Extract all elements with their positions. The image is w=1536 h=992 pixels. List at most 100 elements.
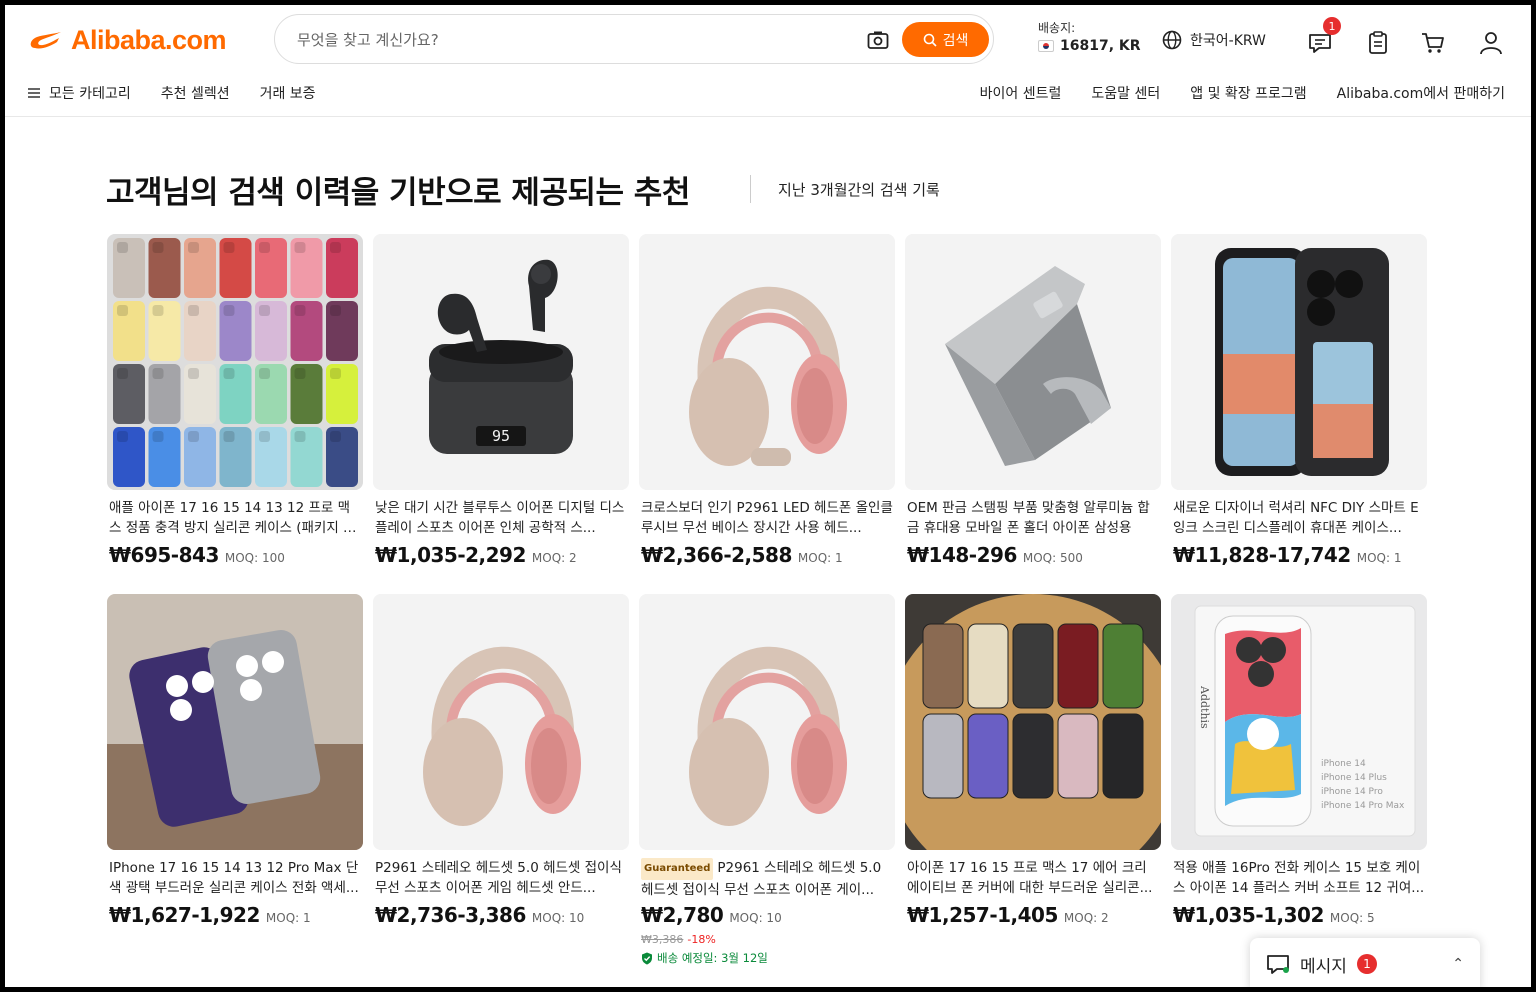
product-price: ₩11,828-17,742 [1173,543,1351,567]
product-image: 95 [373,234,629,490]
product-card[interactable]: Addthis iPhone 14 iPhone 14 Plus iPhone … [1171,594,1427,954]
hamburger-menu-icon [28,88,40,98]
language-selector[interactable]: 한국어-KRW [1162,30,1266,50]
buyer-central-link[interactable]: 바이어 센트럴 [980,83,1062,103]
earbud-display-text: 95 [492,427,510,445]
product-moq: MOQ: 1 [1356,551,1402,565]
product-card[interactable]: Guaranteed P2961 스테레오 헤드셋 5.0 헤드셋 접이식 무선 … [639,594,895,965]
product-price: ₩2,736-3,386 [375,903,526,927]
phone-stand-image [905,234,1161,490]
alibaba-logo[interactable]: Alibaba.com [27,25,227,56]
product-image: Addthis iPhone 14 iPhone 14 Plus iPhone … [1171,594,1427,850]
page: Alibaba.com 검색 배송지: 16817, KR [5,5,1531,987]
product-name: Guaranteed P2961 스테레오 헤드셋 5.0 헤드셋 접이식 무선 … [639,858,895,898]
logo-text: Alibaba.com [71,25,227,55]
recommendation-title: 고객님의 검색 이력을 기반으로 제공되는 추천 [106,175,690,211]
alibaba-logo-icon [30,31,61,49]
search-button[interactable]: 검색 [902,22,989,57]
product-price: ₩1,035-1,302 [1173,903,1324,927]
korea-flag-icon [1038,40,1054,52]
product-card[interactable]: 아이폰 17 16 15 프로 맥스 17 에어 크리에이티브 폰 커버에 대한… [905,594,1161,954]
account-icon[interactable] [1478,30,1504,56]
discount-label: -18% [687,933,716,946]
heading-separator [750,175,751,203]
product-moq: MOQ: 100 [224,551,285,565]
product-price: ₩695-843 [109,543,219,567]
shipping-estimate: 배송 예정일: 3월 12일 [639,950,895,966]
product-image [905,594,1161,850]
wave-phone-cases-image [107,594,363,850]
creative-phone-covers-image [905,594,1161,850]
apps-extensions-link[interactable]: 앱 및 확장 프로그램 [1190,83,1306,103]
sell-on-alibaba-link[interactable]: Alibaba.com에서 판매하기 [1337,83,1505,103]
product-image [107,234,363,490]
trade-assurance-link[interactable]: 거래 보증 [260,83,316,103]
cart-icon[interactable] [1420,30,1446,56]
search-input[interactable] [297,27,857,53]
product-name: 애플 아이폰 17 16 15 14 13 12 프로 맥스 정품 충격 방지 … [109,500,356,536]
product-price: ₩1,035-2,292 [375,543,526,567]
boxed-smiley-case-image: Addthis iPhone 14 iPhone 14 Plus iPhone … [1171,594,1427,850]
product-image [905,234,1161,490]
message-count-badge: 1 [1323,17,1341,35]
language-label: 한국어-KRW [1190,33,1266,49]
product-name: OEM 판금 스탬핑 부품 맞춤형 알루미늄 합금 휴대용 모바일 폰 홀더 아… [907,500,1150,536]
product-name: 적용 애플 16Pro 전화 케이스 15 보호 케이스 아이폰 14 플러스 … [1173,860,1425,896]
product-card[interactable]: 애플 아이폰 17 16 15 14 13 12 프로 맥스 정품 충격 방지 … [107,234,363,594]
product-name: 새로운 디자이너 럭셔리 NFC DIY 스마트 E 잉크 스크린 디스플레이 … [1173,500,1419,536]
product-image [1171,234,1427,490]
original-price-row: ₩3,386 -18% [639,933,895,946]
shield-check-icon [642,952,652,964]
product-name: 아이폰 17 16 15 프로 맥스 17 에어 크리에이티브 폰 커버에 대한… [907,860,1153,896]
subnav-right: 바이어 센트럴 도움말 센터 앱 및 확장 프로그램 Alibaba.com에서… [980,83,1505,103]
product-name: IPhone 17 16 15 14 13 12 Pro Max 단색 광택 부… [109,860,359,896]
message-widget-badge: 1 [1356,954,1377,974]
product-price: ₩1,257-1,405 [907,903,1058,927]
chevron-up-icon[interactable]: ⌃ [1452,956,1464,972]
search-bar: 검색 [274,14,994,64]
box-brand-text: Addthis [1198,685,1211,729]
product-grid: 애플 아이폰 17 16 15 14 13 12 프로 맥스 정품 충격 방지 … [107,234,1427,965]
product-card[interactable]: 새로운 디자이너 럭셔리 NFC DIY 스마트 E 잉크 스크린 디스플레이 … [1171,234,1427,594]
eink-phone-case-image [1171,234,1427,490]
product-card[interactable]: P2961 스테레오 헤드셋 5.0 헤드셋 접이식 무선 스포츠 이어폰 게임… [373,594,629,954]
box-model-text: iPhone 14 [1321,759,1366,769]
message-widget[interactable]: 메시지 1 ⌃ [1250,938,1480,987]
orders-icon[interactable] [1365,30,1391,56]
product-moq: MOQ: 5 [1329,911,1375,925]
product-card[interactable]: IPhone 17 16 15 14 13 12 Pro Max 단색 광택 부… [107,594,363,954]
product-moq: MOQ: 10 [531,911,585,925]
box-model-text: iPhone 14 Pro Max [1321,801,1405,811]
product-moq: MOQ: 2 [531,551,577,565]
headphones-image [639,234,895,490]
headphones-image [373,594,629,850]
deliver-to[interactable]: 배송지: 16817, KR [1038,19,1141,55]
camera-icon[interactable] [867,30,889,50]
search-button-label: 검색 [942,32,969,49]
product-card[interactable]: 95 낮은 대기 시간 블루투스 이어폰 디지털 디스플레이 스포츠 이어폰 인… [373,234,629,594]
product-price: ₩148-296 [907,543,1017,567]
product-moq: MOQ: 1 [797,551,843,565]
product-card[interactable]: 크로스보더 인기 P2961 LED 헤드폰 올인클루시브 무선 베이스 장시간… [639,234,895,594]
product-moq: MOQ: 2 [1063,911,1109,925]
product-price: ₩2,366-2,588 [641,543,792,567]
product-image [373,594,629,850]
deliver-location: 16817, KR [1060,38,1141,54]
chat-icon [1267,955,1289,974]
box-model-text: iPhone 14 Pro [1321,787,1383,797]
help-center-link[interactable]: 도움말 센터 [1091,83,1160,103]
all-categories-label: 모든 카테고리 [49,86,131,102]
product-moq: MOQ: 10 [729,911,782,925]
all-categories-menu[interactable]: 모든 카테고리 [27,83,131,103]
product-image [639,234,895,490]
product-price: ₩2,780 [641,903,724,927]
product-image [639,594,895,850]
globe-icon [1162,30,1182,50]
product-card[interactable]: OEM 판금 스탬핑 부품 맞춤형 알루미늄 합금 휴대용 모바일 폰 홀더 아… [905,234,1161,594]
product-image [107,594,363,850]
search-icon [923,33,937,47]
subnav-left: 모든 카테고리 추천 셀렉션 거래 보증 [27,83,316,103]
guaranteed-badge: Guaranteed [641,858,714,880]
featured-selections-link[interactable]: 추천 셀렉션 [161,83,230,103]
message-widget-label: 메시지 [1300,956,1347,977]
